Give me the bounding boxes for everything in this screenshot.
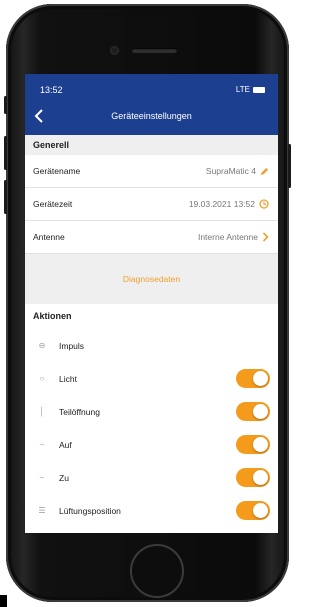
up-icon: –	[39, 440, 45, 449]
light-icon: ○	[39, 374, 45, 383]
earpiece-speaker	[132, 48, 177, 53]
volume-up-button	[4, 136, 7, 170]
ventilation-icon: ☰	[38, 506, 46, 515]
action-row-impulse[interactable]: ⊖ Impuls	[25, 329, 278, 362]
diagnosis-band: Diagnosedaten	[25, 254, 278, 304]
action-row-ventilation: ☰ Lüftungsposition	[25, 494, 278, 527]
row-antenna[interactable]: Antenne Interne Antenne	[25, 221, 278, 254]
partial-open-icon: │	[39, 407, 45, 416]
front-camera	[110, 46, 119, 55]
action-row-light: ○ Licht	[25, 362, 278, 395]
row-label: Antenne	[33, 232, 65, 242]
action-label: Auf	[59, 439, 72, 450]
signal-label: LTE	[235, 85, 250, 94]
row-value: Interne Antenne	[197, 232, 258, 242]
row-label: Gerätezeit	[33, 199, 73, 209]
toggle-knob	[253, 470, 268, 485]
down-icon: –	[39, 473, 45, 482]
status-indicators: LTE	[236, 85, 265, 94]
page-title: Geräteeinstellungen	[111, 111, 192, 121]
toggle-knob	[253, 437, 268, 452]
mute-switch	[4, 96, 7, 114]
battery-icon	[253, 86, 265, 93]
toggle-knob	[253, 503, 268, 518]
row-device-time[interactable]: Gerätezeit 19.03.2021 13:52	[25, 188, 278, 221]
impulse-icon: ⊖	[38, 341, 46, 350]
action-label: Teilöffnung	[59, 406, 100, 417]
partial-open-toggle[interactable]	[236, 402, 270, 421]
home-button[interactable]	[130, 544, 184, 598]
row-label: Gerätename	[33, 166, 81, 176]
volume-down-button	[4, 180, 7, 214]
ventilation-toggle[interactable]	[236, 501, 270, 520]
clock-icon	[259, 199, 269, 209]
status-time: 13:52	[40, 85, 63, 95]
navigation-bar: 13:52 LTE Geräteeinstellungen	[25, 74, 278, 135]
action-label: Impuls	[59, 340, 85, 351]
pencil-icon	[260, 167, 269, 175]
toggle-knob	[253, 404, 268, 419]
light-toggle[interactable]	[236, 369, 270, 388]
row-device-name[interactable]: Gerätename SupraMatic 4	[25, 155, 278, 188]
action-label: Lüftungsposition	[59, 505, 121, 516]
chevron-right-icon	[262, 232, 269, 242]
action-label: Zu	[59, 472, 69, 483]
corner-mark	[0, 595, 7, 607]
down-toggle[interactable]	[236, 468, 270, 487]
action-row-partial-open: │ Teilöffnung	[25, 395, 278, 428]
app-screen: 13:52 LTE Geräteeinstellungen Generell G…	[25, 74, 278, 533]
section-header-general: Generell	[25, 135, 278, 155]
section-header-actions: Aktionen	[25, 304, 278, 329]
row-value: SupraMatic 4	[205, 166, 256, 176]
row-value: 19.03.2021 13:52	[188, 199, 255, 209]
power-button	[288, 144, 291, 188]
action-label: Licht	[59, 373, 77, 384]
action-row-up: – Auf	[25, 428, 278, 461]
diagnosis-link[interactable]: Diagnosedaten	[123, 274, 180, 284]
toggle-knob	[253, 371, 268, 386]
up-toggle[interactable]	[236, 435, 270, 454]
action-row-down: – Zu	[25, 461, 278, 494]
